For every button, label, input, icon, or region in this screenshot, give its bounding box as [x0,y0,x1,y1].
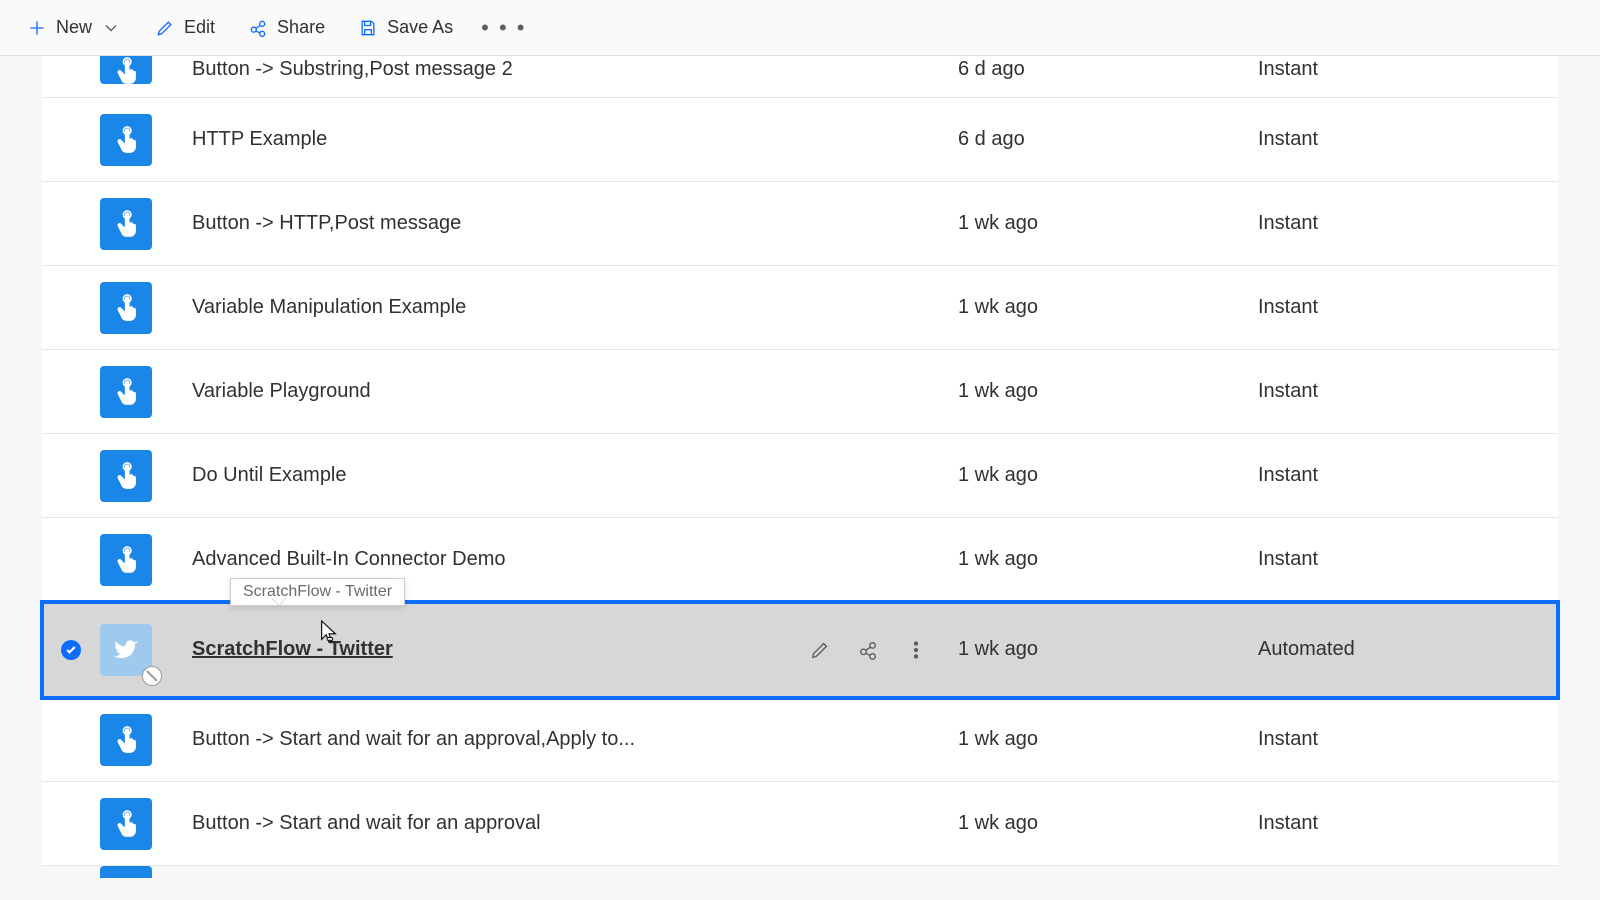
more-row-icon[interactable] [904,638,928,662]
share-button[interactable]: Share [233,9,339,47]
flow-name-link[interactable]: Advanced Built-In Connector Demo [192,548,506,570]
type-cell: Instant [1258,812,1558,835]
modified-cell: 1 wk ago [958,728,1258,751]
modified-cell: 6 d ago [958,56,1258,81]
flow-row[interactable]: Button -> Substring,Post message 2 6 d ag… [42,56,1558,98]
share-row-icon[interactable] [856,638,880,662]
type-cell: Instant [1258,728,1558,751]
touch-icon [100,450,152,502]
name-tooltip: ScratchFlow - Twitter [230,578,405,606]
next-row-peek [42,866,1558,878]
flow-row[interactable]: Button -> Start and wait for an approval… [42,698,1558,782]
flow-row[interactable]: Variable Playground 1 wk agoInstant [42,350,1558,434]
flow-name-link[interactable]: Button -> Start and wait for an approval… [192,728,635,750]
flow-name-link[interactable]: Variable Playground [192,380,371,402]
row-select[interactable] [42,56,100,58]
flow-name[interactable]: Button -> HTTP,Post message [152,212,798,235]
type-cell: Instant [1258,380,1558,403]
flow-list: Button -> Substring,Post message 2 6 d ag… [42,56,1558,866]
command-bar: New Edit Share Save As • • • [0,0,1600,56]
flow-name[interactable]: Variable Manipulation Example [152,296,798,319]
modified-cell: 1 wk ago [958,296,1258,319]
mouse-cursor-icon [318,618,340,646]
flow-name[interactable]: Button -> Substring,Post message 2 [152,56,798,81]
type-cell: Instant [1258,464,1558,487]
touch-icon [100,282,152,334]
flow-name-link[interactable]: Do Until Example [192,464,347,486]
checkmark-icon [61,640,81,660]
edit-row-icon[interactable] [808,638,832,662]
save-as-label: Save As [387,17,453,38]
type-cell: Instant [1258,212,1558,235]
touch-icon [100,866,152,878]
touch-icon [100,534,152,586]
flow-row[interactable]: Variable Manipulation Example 1 wk agoIns… [42,266,1558,350]
modified-cell: 1 wk ago [958,380,1258,403]
flow-row[interactable]: Button -> HTTP,Post message 1 wk agoInsta… [42,182,1558,266]
flow-name[interactable]: Do Until Example [152,464,798,487]
flow-row[interactable]: Do Until Example 1 wk agoInstant [42,434,1558,518]
touch-icon [100,366,152,418]
flow-row[interactable]: HTTP Example 6 d agoInstant [42,98,1558,182]
modified-cell: 1 wk ago [958,638,1258,661]
new-label: New [56,17,92,38]
edit-label: Edit [184,17,215,38]
touch-icon [100,56,152,84]
modified-cell: 1 wk ago [958,548,1258,571]
share-label: Share [277,17,325,38]
share-icon [247,17,269,39]
plus-icon [26,17,48,39]
touch-icon [100,714,152,766]
row-actions [798,56,958,58]
type-cell: Automated [1258,638,1558,661]
more-button[interactable]: • • • [471,7,536,49]
row-select[interactable] [42,640,100,660]
save-as-button[interactable]: Save As [343,9,467,47]
flow-name[interactable]: Variable Playground [152,380,798,403]
type-cell: Instant [1258,548,1558,571]
flow-name-link[interactable]: HTTP Example [192,128,327,150]
modified-cell: 1 wk ago [958,812,1258,835]
touch-icon [100,798,152,850]
flow-name-link[interactable]: Variable Manipulation Example [192,296,466,318]
flow-row[interactable]: ScratchFlow - Twitter1 wk agoAutomatedSc… [42,602,1558,698]
twitter-icon [100,624,152,676]
flow-name-link[interactable]: ScratchFlow - Twitter [192,638,393,660]
type-cell: Instant [1258,56,1558,81]
modified-cell: 1 wk ago [958,212,1258,235]
flow-name[interactable]: HTTP Example [152,128,798,151]
flow-name-link[interactable]: Button -> Substring,Post message 2 [192,58,513,80]
pencil-icon [154,17,176,39]
flow-name-link[interactable]: Button -> HTTP,Post message [192,212,461,234]
flow-name[interactable]: Advanced Built-In Connector Demo [152,548,798,571]
flow-row[interactable]: Button -> Start and wait for an approval… [42,782,1558,866]
flow-name-link[interactable]: Button -> Start and wait for an approval [192,812,541,834]
save-icon [357,17,379,39]
touch-icon [100,114,152,166]
flow-name[interactable]: ScratchFlow - Twitter [152,638,798,661]
modified-cell: 1 wk ago [958,464,1258,487]
touch-icon [100,198,152,250]
modified-cell: 6 d ago [958,128,1258,151]
edit-button[interactable]: Edit [140,9,229,47]
row-actions [798,638,958,662]
chevron-down-icon [100,17,122,39]
type-cell: Instant [1258,128,1558,151]
new-button[interactable]: New [12,9,136,47]
flow-name[interactable]: Button -> Start and wait for an approval [152,812,798,835]
type-cell: Instant [1258,296,1558,319]
disabled-badge-icon [142,666,162,686]
flow-name[interactable]: Button -> Start and wait for an approval… [152,728,798,751]
